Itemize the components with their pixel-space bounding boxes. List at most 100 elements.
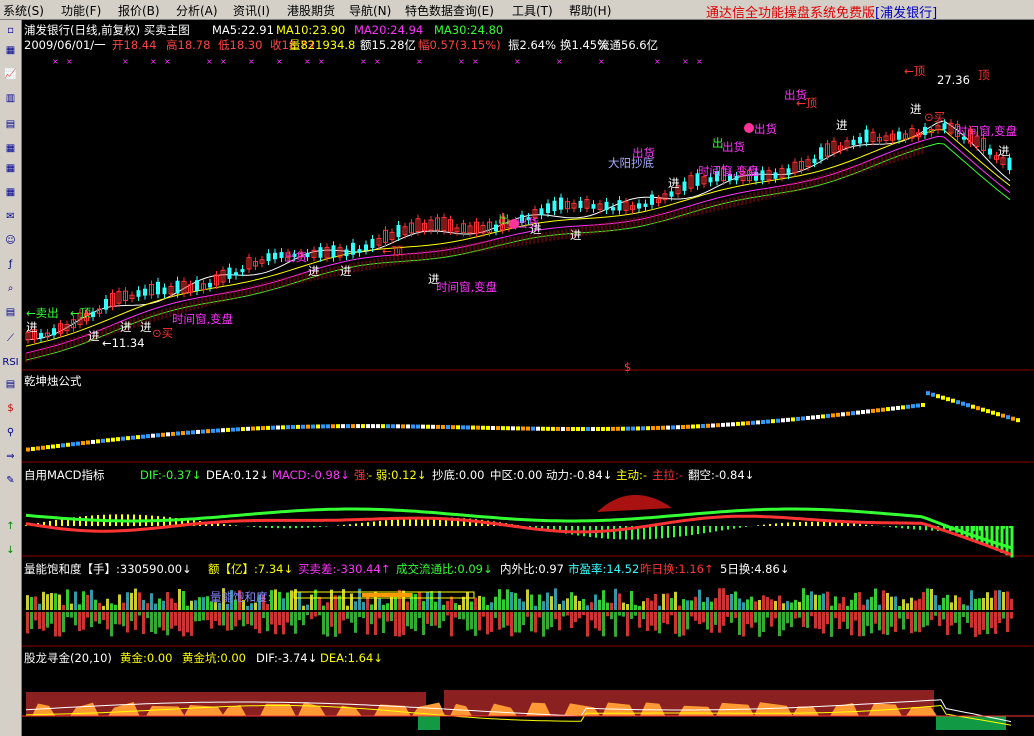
volume-bar-down bbox=[146, 612, 149, 619]
volume-bar-up bbox=[1010, 598, 1013, 610]
volume-bar-down bbox=[70, 612, 73, 618]
qiankun-candle bbox=[361, 424, 365, 429]
toolbar-button-9[interactable]: ☺ bbox=[2, 232, 19, 249]
toolbar-button-15[interactable]: ▤ bbox=[2, 376, 19, 393]
promo-text: 通达信全功能操盘系统免费版 bbox=[706, 6, 876, 21]
qiankun-candle bbox=[306, 424, 310, 429]
volume-bar-up bbox=[878, 604, 881, 610]
volume-bar-up bbox=[786, 601, 789, 610]
volume-bar-up bbox=[470, 601, 473, 610]
signal-label-3: 进 bbox=[88, 329, 100, 343]
qiankun-candle bbox=[666, 425, 670, 430]
menu-item-9[interactable]: 帮助(H) bbox=[569, 2, 611, 19]
toolbar-button-8[interactable]: ✉ bbox=[2, 208, 19, 225]
volume-bar-down bbox=[582, 612, 585, 616]
volume-bar-down bbox=[466, 612, 469, 631]
volume-bar-down bbox=[674, 612, 677, 634]
menu-item-5[interactable]: 港股期货 bbox=[287, 2, 335, 19]
qiankun-candle bbox=[886, 407, 890, 412]
menu-item-7[interactable]: 特色数据查询(E) bbox=[405, 2, 494, 19]
qiankun-candle bbox=[106, 438, 110, 443]
toolbar-button-6[interactable]: ▦ bbox=[2, 160, 19, 177]
left-toolbar: ▫ ▦ 📈 ▥ ▤ ▦ ▦ ▦ ✉ ☺ ƒ ⌕ ▤ ⟋ RSI ▤ $ ⚲ ⇒ ✎ ↑ ↓ bbox=[0, 20, 22, 736]
menu-item-0[interactable]: 系统(S) bbox=[3, 2, 44, 19]
volume-bar-down bbox=[214, 612, 217, 621]
menu-item-8[interactable]: 工具(T) bbox=[512, 2, 553, 19]
volume-bar-down bbox=[666, 612, 669, 625]
macd-value-0: DIF:-0.37↓ bbox=[140, 468, 202, 482]
volume-bar-down bbox=[98, 612, 101, 624]
x-marker: × bbox=[52, 57, 59, 66]
volume-bar-down bbox=[658, 612, 661, 634]
volume-bar-down bbox=[554, 612, 557, 620]
volume-bar-down bbox=[398, 612, 401, 637]
candle-body bbox=[357, 249, 362, 253]
volume-bar-down bbox=[822, 612, 825, 634]
volume-bar-down bbox=[590, 612, 593, 621]
volume-bar-up bbox=[106, 598, 109, 610]
toolbar-button-20[interactable]: ↑ bbox=[2, 518, 19, 535]
macd-value-8: 主动:- bbox=[616, 468, 648, 482]
chart-area[interactable]: × × × × × × × × × × × × × × × × × × × × × × 浦发银行(日线,前复权) 买卖主图… bbox=[22, 20, 1034, 736]
volume-bar-down bbox=[458, 612, 461, 620]
promo-stock[interactable]: [浦发银行] bbox=[875, 6, 937, 21]
menu-item-1[interactable]: 功能(F) bbox=[61, 2, 101, 19]
signal-label-28: ←顶 bbox=[904, 64, 926, 78]
toolbar-button-12[interactable]: ▤ bbox=[2, 304, 19, 321]
toolbar-button-4[interactable]: ▤ bbox=[2, 116, 19, 133]
toolbar-button-17[interactable]: ⚲ bbox=[2, 424, 19, 441]
volume-bar-down bbox=[450, 612, 453, 637]
toolbar-button-21[interactable]: ↓ bbox=[2, 542, 19, 559]
toolbar-button-18[interactable]: ⇒ bbox=[2, 448, 19, 465]
macd-value-5: 抄底:0.00 bbox=[432, 468, 485, 482]
volume-bar-down bbox=[534, 612, 537, 633]
volume-bar-up bbox=[570, 592, 573, 610]
volume-bar-down bbox=[338, 612, 341, 634]
toolbar-button-19[interactable]: ✎ bbox=[2, 472, 19, 489]
toolbar-button-7[interactable]: ▦ bbox=[2, 184, 19, 201]
x-marker: × bbox=[416, 57, 423, 66]
toolbar-button-16[interactable]: $ bbox=[2, 400, 19, 417]
toolbar-button-11[interactable]: ⌕ bbox=[2, 280, 19, 297]
qiankun-candle bbox=[916, 403, 920, 408]
volume-bar-down bbox=[454, 612, 457, 618]
volume-bar-up bbox=[546, 592, 549, 610]
volume-bar-down bbox=[686, 612, 689, 630]
menu-item-6[interactable]: 导航(N) bbox=[349, 2, 391, 19]
qiankun-candle bbox=[61, 443, 65, 448]
qiankun-candle bbox=[906, 404, 910, 409]
volume-bar-up bbox=[566, 598, 569, 610]
candle-body bbox=[897, 131, 901, 140]
qiankun-candle bbox=[321, 424, 325, 429]
toolbar-button-2[interactable]: 📈 bbox=[2, 66, 19, 83]
qiankun-candle bbox=[861, 410, 865, 415]
toolbar-button-1[interactable]: ▦ bbox=[2, 42, 19, 59]
menu-item-4[interactable]: 资讯(I) bbox=[233, 2, 270, 19]
x-marker: × bbox=[598, 57, 605, 66]
candle-body bbox=[942, 123, 947, 130]
volume-bar-down bbox=[150, 612, 153, 632]
volume-bar-down bbox=[302, 612, 305, 626]
volume-bar-up bbox=[974, 598, 977, 610]
toolbar-button-0[interactable]: ▫ bbox=[2, 22, 19, 39]
volume-bar-up bbox=[26, 595, 29, 610]
volume-bar-down bbox=[310, 612, 313, 620]
volume-bar-up bbox=[58, 594, 61, 610]
toolbar-button-14[interactable]: RSI bbox=[2, 354, 19, 371]
volume-bar-down bbox=[510, 612, 513, 637]
toolbar-button-3[interactable]: ▥ bbox=[2, 90, 19, 107]
volume-bar-down bbox=[598, 612, 601, 631]
qiankun-candle bbox=[161, 432, 165, 437]
qiankun-candle bbox=[406, 424, 410, 429]
toolbar-button-5[interactable]: ▦ bbox=[2, 140, 19, 157]
volume-bar-up bbox=[350, 593, 353, 610]
qiankun-candle bbox=[76, 441, 80, 446]
volume-bar-down bbox=[222, 612, 225, 626]
menu-item-2[interactable]: 报价(B) bbox=[118, 2, 160, 19]
volume-bar-down bbox=[678, 612, 681, 637]
toolbar-button-13[interactable]: ⟋ bbox=[2, 330, 19, 347]
menu-item-3[interactable]: 分析(A) bbox=[176, 2, 218, 19]
qiankun-candle bbox=[656, 425, 660, 430]
volume-bar-up bbox=[742, 602, 745, 610]
toolbar-button-10[interactable]: ƒ bbox=[2, 256, 19, 273]
